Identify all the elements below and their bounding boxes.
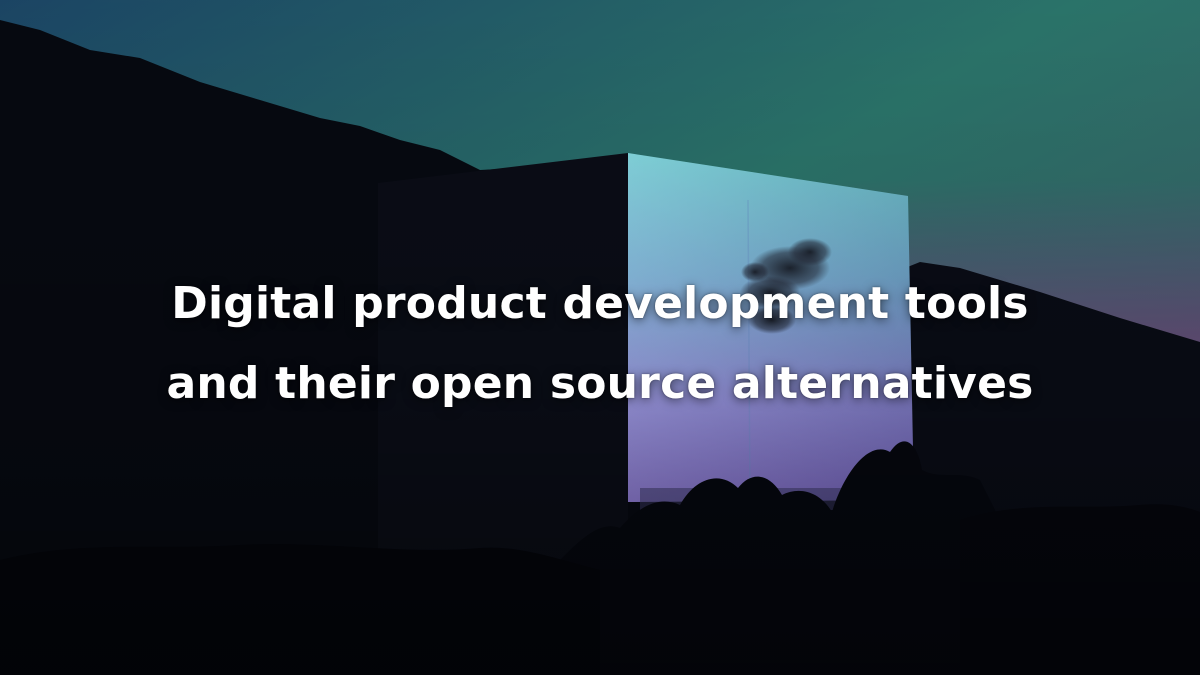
hero-banner: Digital product development tools and th… [0, 0, 1200, 675]
headline: Digital product development tools and th… [0, 264, 1200, 424]
headline-line-2: and their open source alternatives [166, 358, 1034, 409]
headline-line-1: Digital product development tools [171, 278, 1029, 329]
